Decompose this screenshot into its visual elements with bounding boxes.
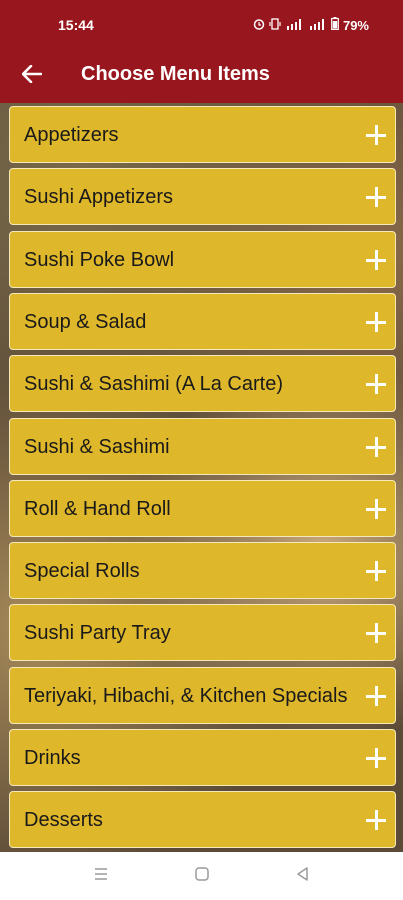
app-bar: Choose Menu Items	[0, 50, 403, 103]
arrow-left-icon	[21, 64, 43, 88]
menu-category-item[interactable]: Special Rolls	[9, 542, 396, 600]
plus-icon[interactable]	[365, 249, 387, 271]
plus-icon[interactable]	[365, 685, 387, 707]
menu-category-item[interactable]: Sushi & Sashimi	[9, 417, 396, 475]
menu-category-label: Appetizers	[24, 124, 119, 146]
menu-icon	[93, 867, 109, 886]
menu-category-label: Roll & Hand Roll	[24, 497, 171, 520]
menu-category-item[interactable]: Soup & Salad	[9, 292, 396, 350]
plus-icon[interactable]	[365, 124, 387, 146]
alarm-icon	[253, 18, 265, 33]
home-square-icon	[194, 866, 210, 887]
system-nav-bar	[0, 852, 403, 900]
menu-category-item[interactable]: Roll & Hand Roll	[9, 479, 396, 537]
menu-category-label: Special Rolls	[24, 560, 140, 583]
menu-category-item[interactable]: Appetizers	[9, 106, 396, 163]
plus-icon[interactable]	[365, 436, 387, 458]
battery-level: 79%	[342, 17, 369, 33]
vibrate-icon	[269, 17, 281, 33]
nav-back-button[interactable]	[283, 856, 323, 896]
menu-category-label: Desserts	[24, 809, 103, 832]
plus-icon[interactable]	[365, 560, 387, 582]
status-time: 15:44	[58, 17, 94, 33]
recents-button[interactable]	[81, 856, 121, 896]
back-triangle-icon	[295, 866, 311, 887]
plus-icon[interactable]	[365, 373, 387, 395]
menu-category-item[interactable]: Drinks	[9, 729, 396, 786]
menu-category-label: Soup & Salad	[24, 310, 147, 333]
battery-icon	[331, 17, 339, 33]
plus-icon[interactable]	[365, 186, 387, 208]
menu-category-item[interactable]: Sushi Party Tray	[9, 604, 396, 662]
menu-category-label: Sushi & Sashimi (A La Carte)	[24, 373, 283, 396]
menu-category-item[interactable]: Desserts	[9, 791, 396, 849]
menu-category-item[interactable]: Teriyaki, Hibachi, & Kitchen Specials	[9, 666, 396, 724]
lte-signal-icon	[285, 18, 305, 33]
signal-icon	[309, 18, 327, 33]
menu-category-item[interactable]: Sushi Poke Bowl	[9, 230, 396, 288]
plus-icon[interactable]	[365, 498, 387, 520]
plus-icon[interactable]	[365, 747, 387, 769]
plus-icon[interactable]	[365, 809, 387, 831]
back-button[interactable]	[14, 58, 50, 94]
menu-background: Appetizers Sushi Appetizers Sushi Poke Bow…	[0, 103, 403, 852]
plus-icon[interactable]	[365, 622, 387, 644]
home-button[interactable]	[182, 856, 222, 896]
status-icons: 79%	[253, 17, 369, 33]
menu-category-label: Drinks	[24, 747, 81, 769]
menu-category-label: Sushi Poke Bowl	[24, 248, 175, 271]
menu-category-label: Teriyaki, Hibachi, & Kitchen Specials	[24, 684, 348, 707]
menu-category-item[interactable]: Sushi & Sashimi (A La Carte)	[9, 355, 396, 413]
page-title: Choose Menu Items	[81, 63, 270, 85]
menu-category-label: Sushi & Sashimi	[24, 435, 170, 458]
status-bar: 15:44 79%	[0, 0, 403, 50]
menu-category-label: Sushi Party Tray	[24, 622, 171, 645]
menu-category-item[interactable]: Sushi Appetizers	[9, 168, 396, 226]
menu-category-label: Sushi Appetizers	[24, 186, 173, 209]
plus-icon[interactable]	[365, 311, 387, 333]
